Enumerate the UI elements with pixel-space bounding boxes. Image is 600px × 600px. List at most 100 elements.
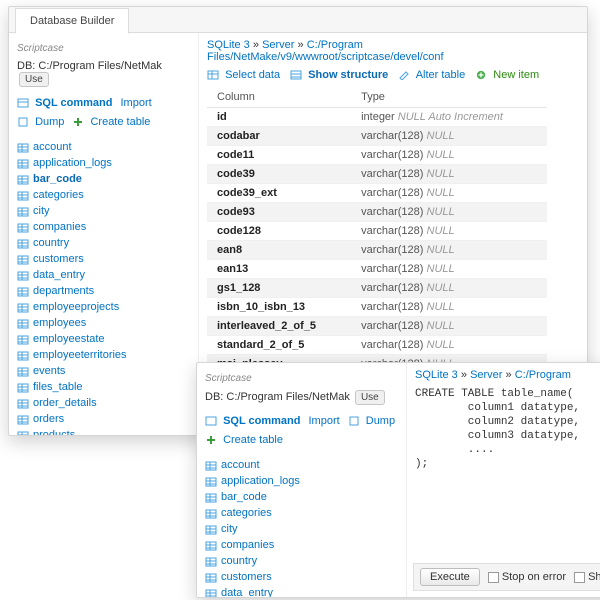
table-item-categories[interactable]: categories [17,187,190,203]
table-item-files_table[interactable]: files_table [17,379,190,395]
table-icon [17,366,29,376]
overlay-content: SQLite 3 » Server » C:/Program CREATE TA… [407,363,600,597]
table-item-city[interactable]: city [205,521,398,537]
column-row[interactable]: code39varchar(128) NULL [207,165,547,184]
create-table-link[interactable]: Create table [205,432,283,449]
table-icon [205,492,217,502]
table-icon [205,588,217,597]
table-icon [205,508,217,518]
table-item-bar_code[interactable]: bar_code [17,171,190,187]
table-item-account[interactable]: account [205,457,398,473]
sql-icon [17,98,29,108]
column-row[interactable]: ean8varchar(128) NULL [207,241,547,260]
table-icon [17,334,29,344]
table-icon [17,382,29,392]
table-icon [205,556,217,566]
breadcrumb: SQLite 3 » Server » C:/Program Files/Net… [207,39,579,63]
table-item-events[interactable]: events [17,363,190,379]
sql-editor[interactable]: CREATE TABLE table_name( column1 datatyp… [415,387,600,471]
table-item-bar_code[interactable]: bar_code [205,489,398,505]
table-item-employeeprojects[interactable]: employeeprojects [17,299,190,315]
tab-database-builder[interactable]: Database Builder [15,8,129,34]
table-icon [17,254,29,264]
table-item-application_logs[interactable]: application_logs [205,473,398,489]
th-column: Column [207,87,351,108]
column-row[interactable]: code128varchar(128) NULL [207,222,547,241]
table-item-order_details[interactable]: order_details [17,395,190,411]
table-icon [17,222,29,232]
table-item-account[interactable]: account [17,139,190,155]
column-row[interactable]: idinteger NULL Auto Increment [207,108,547,127]
table-item-orders[interactable]: orders [17,411,190,427]
plus-circle-icon [475,70,487,80]
table-icon [17,414,29,424]
th-type: Type [351,87,547,108]
import-link[interactable]: Import [121,95,152,112]
table-item-employeeterritories[interactable]: employeeterritories [17,347,190,363]
sql-command-link[interactable]: SQL command [205,413,301,430]
select-data-link[interactable]: Select data [207,69,280,81]
column-row[interactable]: code93varchar(128) NULL [207,203,547,222]
stop-on-error-label: Stop on error [502,571,566,583]
alter-table-link[interactable]: Alter table [398,69,465,81]
stop-on-error-checkbox[interactable] [488,572,499,583]
tab-bar: Database Builder [9,7,587,33]
db-selector: DB: C:/Program Files/NetMak Use [17,60,190,87]
table-icon [17,190,29,200]
column-row[interactable]: codabarvarchar(128) NULL [207,127,547,146]
table-item-products[interactable]: products [17,427,190,435]
table-icon [17,158,29,168]
overlay-breadcrumb: SQLite 3 » Server » C:/Program [415,369,600,381]
db-label: DB: [17,60,35,72]
show-structure-active[interactable]: Show structure [290,69,388,81]
table-icon [17,350,29,360]
sidebar: Scriptcase DB: C:/Program Files/NetMak U… [9,33,199,435]
table-item-data_entry[interactable]: data_entry [205,585,398,597]
import-link[interactable]: Import [309,413,340,430]
table-item-country[interactable]: country [205,553,398,569]
crumb-path-short[interactable]: C:/Program [515,369,571,381]
column-row[interactable]: gs1_128varchar(128) NULL [207,279,547,298]
sql-command-link[interactable]: SQL command [17,95,113,112]
column-row[interactable]: interleaved_2_of_5varchar(128) NULL [207,317,547,336]
column-row[interactable]: code11varchar(128) NULL [207,146,547,165]
grid-icon [207,70,219,80]
table-item-city[interactable]: city [17,203,190,219]
table-item-companies[interactable]: companies [205,537,398,553]
column-row[interactable]: ean13varchar(128) NULL [207,260,547,279]
table-icon [205,540,217,550]
table-icon [17,238,29,248]
overlay-panel: Scriptcase DB: C:/Program Files/NetMak U… [196,362,600,598]
brand-label: Scriptcase [17,43,190,54]
crumb-server[interactable]: Server [262,39,294,51]
table-item-customers[interactable]: customers [205,569,398,585]
table-item-departments[interactable]: departments [17,283,190,299]
table-item-employees[interactable]: employees [17,315,190,331]
crumb-engine[interactable]: SQLite 3 [415,369,458,381]
table-item-customers[interactable]: customers [17,251,190,267]
use-button[interactable]: Use [355,390,385,405]
show-checkbox[interactable] [574,572,585,583]
table-list: accountapplication_logsbar_codecategorie… [17,139,190,435]
table-item-categories[interactable]: categories [205,505,398,521]
table-item-companies[interactable]: companies [17,219,190,235]
use-button[interactable]: Use [19,72,49,87]
execute-button[interactable]: Execute [420,568,480,586]
table-icon [17,286,29,296]
crumb-server[interactable]: Server [470,369,502,381]
create-table-link[interactable]: Create table [72,114,150,131]
column-row[interactable]: code39_extvarchar(128) NULL [207,184,547,203]
new-item-link[interactable]: New item [475,69,539,81]
column-row[interactable]: standard_2_of_5varchar(128) NULL [207,336,547,355]
dump-link[interactable]: Dump [17,114,64,131]
sidebar-commands: SQL command Import Dump Create table [17,95,190,131]
overlay-sidebar: Scriptcase DB: C:/Program Files/NetMak U… [197,363,407,597]
column-row[interactable]: isbn_10_isbn_13varchar(128) NULL [207,298,547,317]
crumb-engine[interactable]: SQLite 3 [207,39,250,51]
dump-link[interactable]: Dump [348,413,395,430]
db-path: C:/Program Files/NetMak [38,60,161,72]
table-item-application_logs[interactable]: application_logs [17,155,190,171]
table-item-employeestate[interactable]: employeestate [17,331,190,347]
table-item-data_entry[interactable]: data_entry [17,267,190,283]
table-item-country[interactable]: country [17,235,190,251]
